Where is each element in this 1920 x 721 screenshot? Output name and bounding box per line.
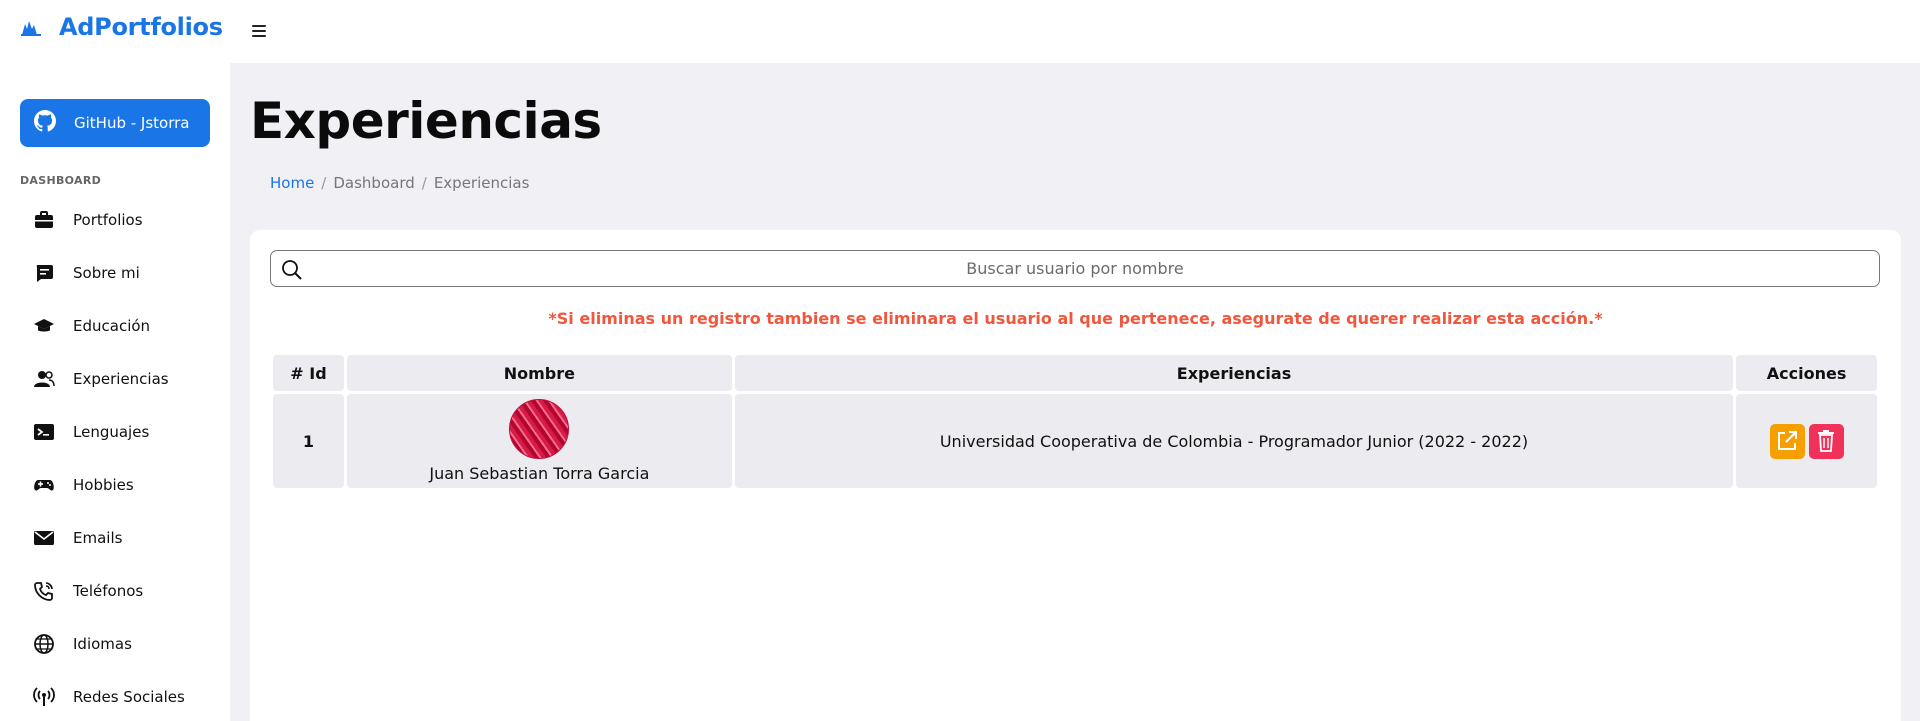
broadcast-icon — [33, 686, 55, 708]
github-button-label: GitHub - Jstorra — [74, 114, 190, 132]
sidebar-item-portfolios[interactable]: Portfolios — [0, 193, 230, 246]
briefcase-icon — [33, 209, 55, 231]
graduation-cap-icon — [33, 315, 55, 337]
sidebar-item-label: Sobre mi — [73, 263, 140, 282]
table-row: 1 Juan Sebastian Torra Garcia Universida… — [273, 394, 1877, 488]
people-icon — [33, 368, 55, 390]
search-box — [270, 250, 1880, 287]
search-input[interactable] — [271, 251, 1879, 286]
edit-button[interactable] — [1769, 423, 1805, 459]
breadcrumb-separator: / — [421, 174, 427, 192]
delete-warning-text: *Si eliminas un registro tambien se elim… — [548, 309, 1603, 328]
brand-logo-icon — [19, 15, 43, 39]
breadcrumb-dashboard: Dashboard — [333, 174, 415, 192]
sidebar-item-label: Educación — [73, 316, 151, 335]
row-name-cell: Juan Sebastian Torra Garcia — [346, 394, 732, 488]
sidebar-item-label: Portfolios — [73, 210, 143, 229]
sidebar-item-experiencias[interactable]: Experiencias — [0, 352, 230, 405]
globe-icon — [33, 633, 55, 655]
trash-icon — [1818, 430, 1835, 452]
sidebar-item-emails[interactable]: Emails — [0, 511, 230, 564]
gamepad-icon — [33, 474, 55, 496]
sidebar-item-label: Hobbies — [73, 475, 134, 494]
row-actions — [1736, 394, 1877, 488]
header-acciones: Acciones — [1736, 355, 1877, 391]
sidebar-item-idiomas[interactable]: Idiomas — [0, 617, 230, 670]
row-name: Juan Sebastian Torra Garcia — [429, 464, 650, 483]
breadcrumb-current: Experiencias — [433, 174, 530, 192]
brand[interactable]: AdPortfolios — [19, 13, 223, 41]
content-card: *Si eliminas un registro tambien se elim… — [250, 230, 1901, 721]
brand-name: AdPortfolios — [59, 13, 223, 41]
header-nombre: Nombre — [346, 355, 732, 391]
top-bar: AdPortfolios — [0, 0, 1920, 63]
github-icon — [34, 110, 56, 136]
sidebar-item-label: Idiomas — [73, 634, 132, 653]
sidebar-item-label: Emails — [73, 528, 123, 547]
header-experiencias: Experiencias — [734, 355, 1734, 391]
sidebar-item-label: Teléfonos — [73, 581, 144, 600]
sidebar-item-educacion[interactable]: Educación — [0, 299, 230, 352]
header-id: # Id — [273, 355, 344, 391]
terminal-icon — [33, 421, 55, 443]
table-header-row: # Id Nombre Experiencias Acciones — [273, 355, 1877, 391]
row-id: 1 — [273, 394, 344, 488]
github-button[interactable]: GitHub - Jstorra — [20, 99, 210, 147]
sidebar-item-redes-sociales[interactable]: Redes Sociales — [0, 670, 230, 721]
experiences-table: # Id Nombre Experiencias Acciones 1 Juan… — [270, 352, 1880, 491]
chat-square-icon — [33, 262, 55, 284]
menu-toggle-icon[interactable] — [250, 22, 268, 40]
breadcrumb: Home / Dashboard / Experiencias — [270, 174, 529, 192]
envelope-icon — [33, 527, 55, 549]
sidebar-item-sobre-mi[interactable]: Sobre mi — [0, 246, 230, 299]
sidebar-nav: Portfolios Sobre mi Educación Experienci… — [0, 193, 230, 721]
sidebar-item-label: Redes Sociales — [73, 687, 185, 706]
sidebar-item-label: Lenguajes — [73, 422, 150, 441]
row-experiences: Universidad Cooperativa de Colombia - Pr… — [734, 394, 1734, 488]
breadcrumb-home-link[interactable]: Home — [270, 174, 314, 192]
sidebar-item-label: Experiencias — [73, 369, 169, 388]
sidebar-item-hobbies[interactable]: Hobbies — [0, 458, 230, 511]
sidebar-item-telefonos[interactable]: Teléfonos — [0, 564, 230, 617]
phone-icon — [33, 580, 55, 602]
search-icon — [281, 259, 303, 281]
sidebar-item-lenguajes[interactable]: Lenguajes — [0, 405, 230, 458]
external-link-icon — [1778, 431, 1798, 450]
breadcrumb-separator: / — [321, 174, 327, 192]
sidebar-section-label: DASHBOARD — [20, 174, 102, 187]
avatar — [509, 399, 570, 459]
page-title: Experiencias — [250, 92, 602, 150]
sidebar: GitHub - Jstorra DASHBOARD Portfolios So… — [0, 63, 230, 721]
delete-button[interactable] — [1808, 423, 1844, 459]
